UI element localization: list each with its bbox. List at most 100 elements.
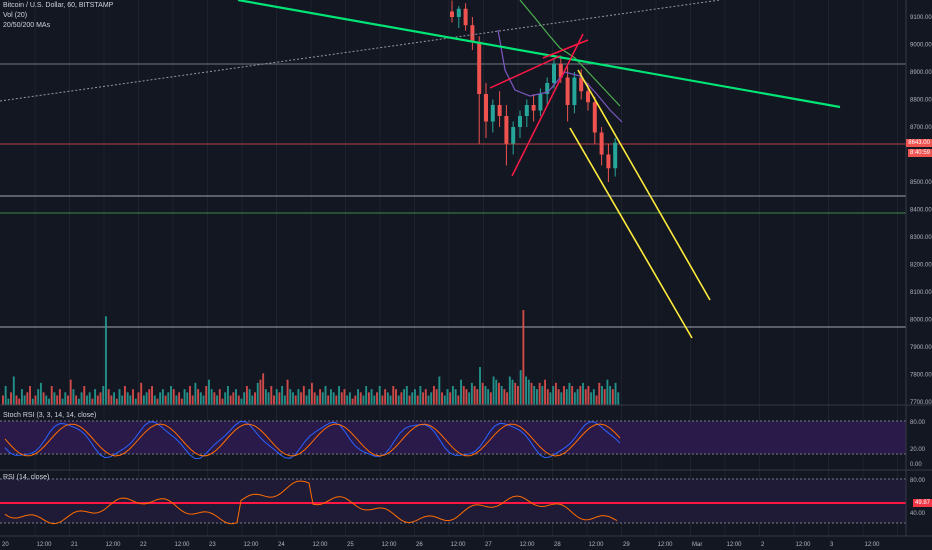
volume-bar [503,389,506,405]
volume-bar [26,392,29,405]
volume-bar [94,389,97,405]
volume-bar [541,386,544,405]
price-tick-label: 8400.00 [910,208,932,214]
volume-bar [31,398,34,405]
symbol-title[interactable]: Bitcoin / U.S. Dollar, 60, BITSTAMP [3,2,113,9]
volume-bar [140,382,143,405]
volume-bar [164,395,167,405]
last-price-tag: 8643.00 [906,139,932,147]
rsi-value-tag: 49.87 [912,499,932,507]
volume-bar [598,382,601,405]
volume-bar [67,395,69,405]
volume-bar [424,389,427,405]
volume-bar [340,392,343,405]
candle-body [490,105,495,122]
price-tick-label: 7700.00 [910,400,932,406]
volume-bar [571,386,574,405]
time-tick-label: 25 [347,542,354,548]
volume-bar [170,386,172,405]
rsi-band [0,479,906,523]
volume-bar [454,389,457,405]
volume-bar [495,379,498,405]
volume-bar [327,395,330,405]
volume-bar [609,386,612,405]
volume-bar [226,386,229,405]
volume-bar [156,398,159,405]
horizontal-levels [0,63,906,328]
rsi-tick-label: 80.00 [910,478,926,484]
volume-bar [178,392,181,405]
volume-bar [311,382,313,405]
volume-bar [427,395,430,405]
volume-bar [367,392,370,405]
volume-bar [506,392,509,405]
volume-bar [75,395,78,405]
price-tick-label: 8200.00 [910,263,932,269]
candle-body [592,102,597,133]
price-tick-label: 7800.00 [910,373,932,379]
candle-body [613,142,618,169]
time-tick-label: 22 [140,542,147,548]
volume-bar [4,386,7,405]
volume-bar [202,395,205,405]
volume-bar [351,398,354,405]
candle-body [518,116,522,127]
volume-bar [319,389,322,405]
trading-chart[interactable]: 9100.009000.008900.008800.008700.008600.… [0,0,932,550]
volume-bar [557,389,560,405]
volume-bar [96,395,99,405]
candle-body [586,91,590,103]
time-tick-label: 3 [830,542,834,548]
volume-bar [544,379,547,405]
volume-bar [91,398,94,405]
volume-bar [357,389,359,405]
candle-body [599,132,604,155]
volume-bar [72,389,75,405]
volume-bar [86,395,88,405]
volume-bar [365,386,368,405]
volume-bar [189,386,191,405]
volume-bar [129,395,132,405]
volume-bar [39,382,42,405]
volume-bar [12,376,15,405]
candle-body [531,105,536,111]
volume-bar [270,386,273,405]
volume-bar [381,395,384,405]
axes: 9100.009000.008900.008800.008700.008600.… [0,0,932,548]
volume-bar [451,386,454,405]
volume-bar [180,398,183,405]
volume-bar [335,395,338,405]
volume-bar [251,395,254,405]
volume-bar [611,389,614,405]
candle-body [450,11,454,17]
stoch-rsi-title[interactable]: Stoch RSI (3, 3, 14, 14, close) [3,412,96,419]
volume-bar [530,382,533,405]
volume-bar [224,392,227,405]
volume-bar [210,389,213,405]
time-tick-label: 12:00 [106,542,122,548]
red-wedge-line [489,55,561,89]
rsi-title[interactable]: RSI (14, close) [3,474,49,481]
volume-bar [18,398,21,405]
candle-body [504,116,509,144]
volume-bar [235,389,238,405]
volume-bar [161,389,164,405]
trendline-drawings[interactable] [0,0,841,339]
volume-bar [305,395,308,405]
time-tick-label: 12:00 [520,542,536,548]
volume-bar [42,392,45,405]
volume-bar [199,392,202,405]
volume-bar [254,392,256,405]
volume-bar [283,395,286,405]
volume-bar [414,389,416,405]
volume-bar [435,389,438,405]
volume-bar [302,386,305,405]
ma-legend[interactable]: 20/50/200 MAs [3,22,50,29]
volume-legend[interactable]: Vol (20) [3,12,27,19]
volume-bar [105,316,107,405]
candle-body [565,77,570,105]
volume-bar [23,395,26,405]
time-tick-label: 24 [278,542,285,548]
volume-bar [316,395,319,405]
volume-bar [183,389,186,405]
